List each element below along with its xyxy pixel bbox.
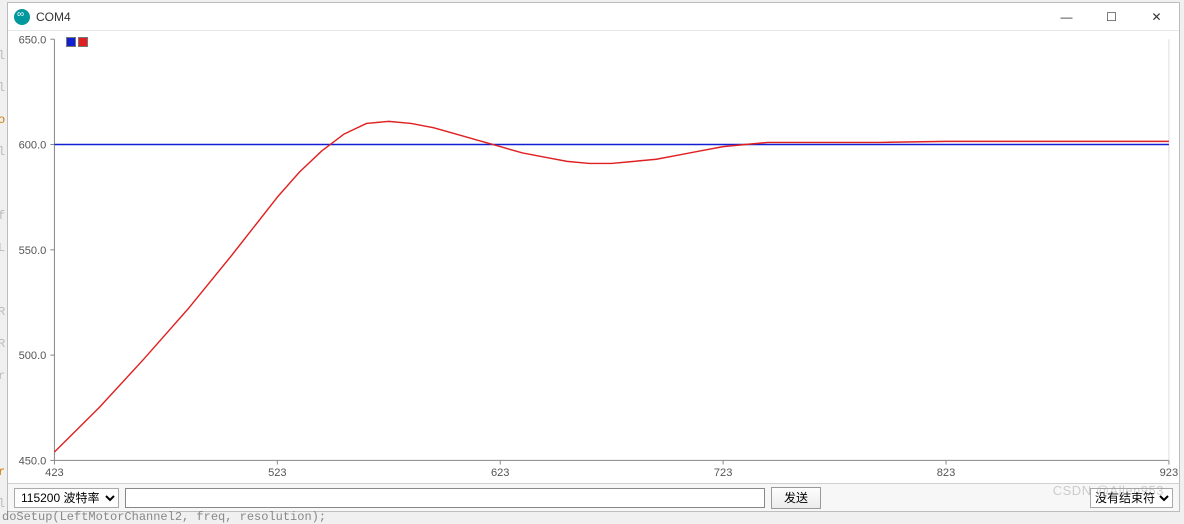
svg-text:723: 723 — [714, 467, 733, 479]
svg-text:650.0: 650.0 — [19, 34, 47, 46]
send-button[interactable]: 发送 — [771, 487, 821, 509]
close-button[interactable]: ✕ — [1134, 3, 1179, 30]
svg-text:500.0: 500.0 — [19, 350, 47, 362]
bottom-toolbar: 115200 波特率 发送 没有结束符 — [8, 483, 1179, 511]
maximize-button[interactable]: ☐ — [1089, 3, 1134, 30]
svg-text:823: 823 — [937, 467, 956, 479]
baud-rate-select[interactable]: 115200 波特率 — [14, 488, 119, 508]
svg-text:623: 623 — [491, 467, 510, 479]
window-title: COM4 — [36, 10, 71, 24]
titlebar: COM4 — ☐ ✕ — [8, 3, 1179, 31]
svg-text:550.0: 550.0 — [19, 245, 47, 257]
svg-text:600.0: 600.0 — [19, 140, 47, 152]
svg-text:923: 923 — [1160, 467, 1179, 479]
chart-svg: 450.0 500.0 550.0 600.0 650.0 423 523 623 723 823… — [8, 31, 1179, 483]
line-ending-select[interactable]: 没有结束符 — [1090, 488, 1173, 508]
arduino-icon — [14, 9, 30, 25]
plot-area: 450.0 500.0 550.0 600.0 650.0 423 523 623 723 823… — [8, 31, 1179, 483]
serial-plotter-window: COM4 — ☐ ✕ 450.0 500.0 550.0 600.0 650.0 423 5… — [7, 2, 1180, 512]
svg-text:450.0: 450.0 — [19, 455, 47, 467]
svg-text:523: 523 — [268, 467, 287, 479]
send-input[interactable] — [125, 488, 765, 508]
svg-text:423: 423 — [45, 467, 64, 479]
minimize-button[interactable]: — — [1044, 3, 1089, 30]
